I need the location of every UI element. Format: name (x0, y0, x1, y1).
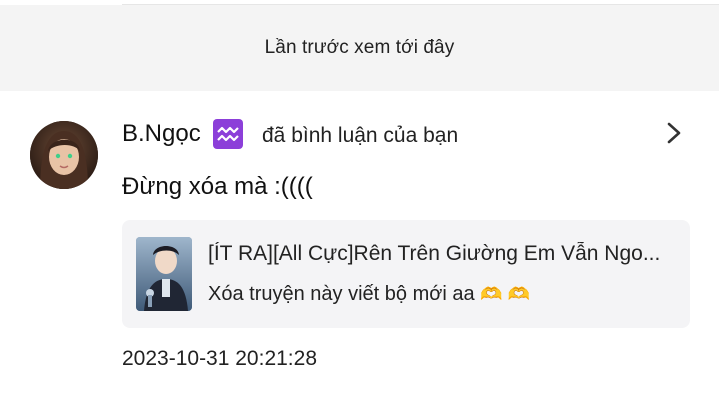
avatar[interactable] (30, 121, 98, 189)
action-text: đã bình luận của bạn (262, 124, 459, 147)
story-excerpt-text: Xóa truyện này viết bộ mới aa (208, 283, 475, 305)
timestamp: 2023-10-31 20:21:28 (122, 347, 317, 370)
story-cover-image (136, 237, 192, 311)
chevron-right-icon[interactable] (663, 121, 685, 145)
story-card[interactable]: [ÍT RA][All Cực]Rên Trên Giường Em Vẫn N… (122, 220, 690, 328)
story-title: [ÍT RA][All Cực]Rên Trên Giường Em Vẫn N… (208, 242, 661, 265)
last-seen-banner[interactable]: Lần trước xem tới đây (0, 5, 719, 91)
heart-hands-emoji: 🫶 🫶 (480, 284, 530, 304)
story-excerpt: Xóa truyện này viết bộ mới aa 🫶 🫶 (208, 283, 530, 306)
last-seen-text: Lần trước xem tới đây (264, 37, 455, 58)
aquarius-icon (213, 119, 243, 149)
username[interactable]: B.Ngọc (122, 120, 201, 148)
comment-text: Đừng xóa mà :(((( (122, 173, 313, 200)
